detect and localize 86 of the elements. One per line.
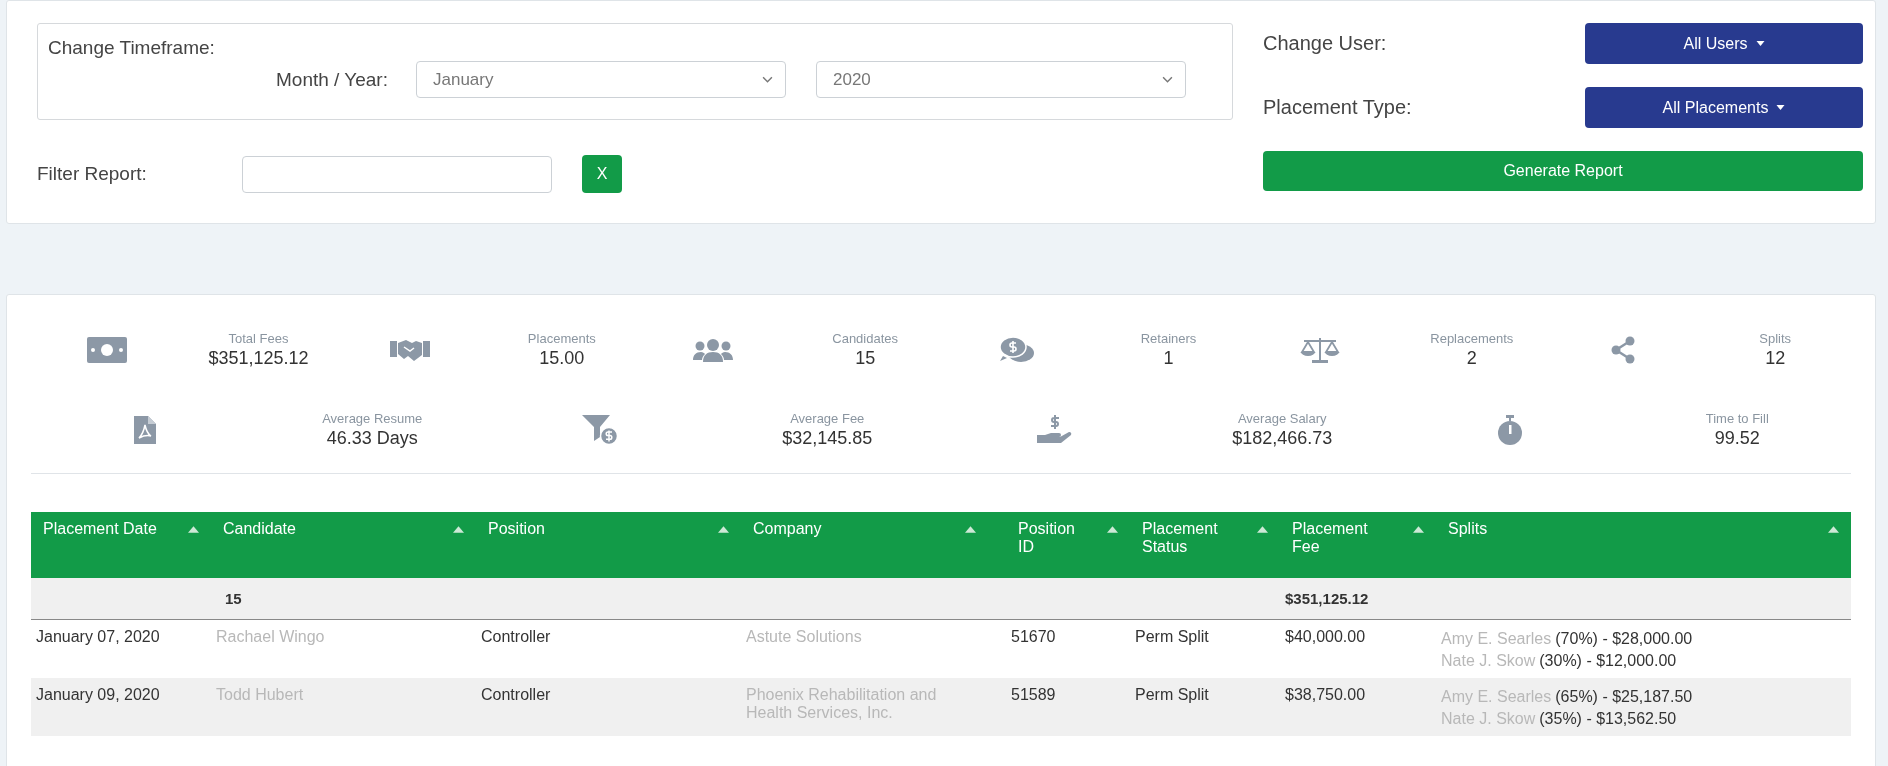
split-share: (70%) - $28,000.00 — [1555, 630, 1693, 647]
split-name: Nate J. Skow — [1441, 710, 1536, 727]
table-cell: Todd Hubert — [216, 686, 304, 703]
total-fee: $351,125.12 — [1285, 589, 1369, 607]
user-label: Change User: — [1263, 32, 1387, 55]
table-cell: $40,000.00 — [1285, 628, 1366, 645]
stat-label: Replacements — [1430, 331, 1514, 346]
sort-up-icon — [453, 526, 464, 533]
sort-up-icon — [188, 526, 199, 533]
pdf-file-icon — [133, 416, 156, 444]
table-cell: Rachael Wingo — [216, 628, 325, 645]
stat-value: 12 — [1765, 348, 1786, 369]
stat-label: Placements — [527, 331, 596, 346]
stat-value: 1 — [1163, 348, 1174, 369]
column-header[interactable]: Position — [476, 512, 741, 578]
caret-icon — [1755, 41, 1765, 46]
filter-label: Filter Report: — [37, 163, 148, 185]
stat-label: Time to Fill — [1705, 411, 1769, 426]
stat-label: Average Resume — [322, 411, 423, 426]
column-header[interactable]: Placement Fee — [1280, 512, 1436, 578]
share-icon — [1610, 336, 1637, 364]
table-cell: $38,750.00 — [1285, 686, 1366, 703]
month-select[interactable]: January — [415, 61, 786, 98]
column-header[interactable]: Candidate — [211, 512, 476, 578]
sort-up-icon — [1107, 526, 1118, 533]
dollar-chat-icon — [998, 336, 1035, 364]
table-cell: 51670 — [1011, 628, 1056, 645]
table-cell: January 09, 2020 — [36, 686, 160, 703]
split-name: Amy E. Searles — [1441, 630, 1552, 647]
dollar-filter-icon — [581, 415, 618, 445]
split-name: Amy E. Searles — [1441, 688, 1552, 705]
generate-report-button[interactable]: Generate Report — [1263, 151, 1863, 191]
column-header[interactable]: Position ID — [1006, 512, 1130, 578]
chevron-down-icon — [761, 76, 773, 83]
table-cell: Controller — [481, 686, 551, 703]
table-cell: Phoenix Rehabilitation and Health Services, Inc. — [746, 686, 937, 721]
table-cell: Controller — [481, 628, 551, 645]
users-icon — [693, 338, 734, 362]
stat-label: Average Fee — [790, 411, 865, 426]
sort-up-icon — [1257, 526, 1268, 533]
timeframe-title: Change Timeframe: — [48, 37, 215, 58]
split-name: Nate J. Skow — [1441, 652, 1536, 669]
filter-input[interactable] — [242, 155, 552, 193]
stat-label: Candidates — [832, 331, 899, 346]
user-dropdown[interactable]: All Users — [1585, 23, 1863, 64]
stat-value: 99.52 — [1714, 428, 1760, 449]
placement-type-dropdown[interactable]: All Placements — [1585, 87, 1863, 128]
hand-dollar-icon — [1036, 415, 1073, 445]
money-bill-icon — [86, 337, 127, 363]
split-share: (30%) - $12,000.00 — [1539, 652, 1677, 669]
table-cell: January 07, 2020 — [36, 628, 160, 645]
year-select[interactable]: 2020 — [815, 61, 1186, 98]
column-header[interactable]: Placement Status — [1130, 512, 1280, 578]
stat-value: $182,466.73 — [1232, 428, 1333, 449]
placement-type-label: Placement Type: — [1263, 96, 1412, 119]
stat-value: 15 — [855, 348, 876, 369]
column-header[interactable]: Splits — [1436, 512, 1851, 578]
stopwatch-icon — [1496, 415, 1523, 445]
column-header[interactable]: Placement Date — [31, 512, 211, 578]
table-cell: Perm Split — [1135, 628, 1209, 645]
stat-label: Retainers — [1140, 331, 1197, 346]
month-year-label: Month / Year: — [276, 68, 388, 91]
stat-label: Average Salary — [1237, 411, 1327, 426]
table-cell: 51589 — [1011, 686, 1056, 703]
stat-value: $32,145.85 — [782, 428, 873, 449]
sort-up-icon — [1828, 526, 1839, 533]
caret-icon — [1776, 105, 1786, 110]
handshake-icon — [390, 337, 431, 363]
split-share: (35%) - $13,562.50 — [1539, 710, 1677, 727]
stat-value: 2 — [1466, 348, 1477, 369]
stat-label: Splits — [1759, 331, 1792, 346]
chevron-down-icon — [1161, 76, 1173, 83]
clear-button[interactable]: X — [582, 155, 622, 193]
stat-value: 15.00 — [539, 348, 585, 369]
table-cell: Astute Solutions — [746, 628, 862, 645]
sort-up-icon — [718, 526, 729, 533]
stat-value: 46.33 Days — [326, 428, 418, 449]
sort-up-icon — [965, 526, 976, 533]
split-share: (65%) - $25,187.50 — [1555, 688, 1693, 705]
sort-up-icon — [1413, 526, 1424, 533]
column-header[interactable]: Company — [741, 512, 1006, 578]
table-cell: Perm Split — [1135, 686, 1209, 703]
scale-icon — [1300, 336, 1341, 364]
stat-label: Total Fees — [228, 331, 289, 346]
total-count: 15 — [225, 589, 242, 607]
stat-value: $351,125.12 — [208, 348, 309, 369]
